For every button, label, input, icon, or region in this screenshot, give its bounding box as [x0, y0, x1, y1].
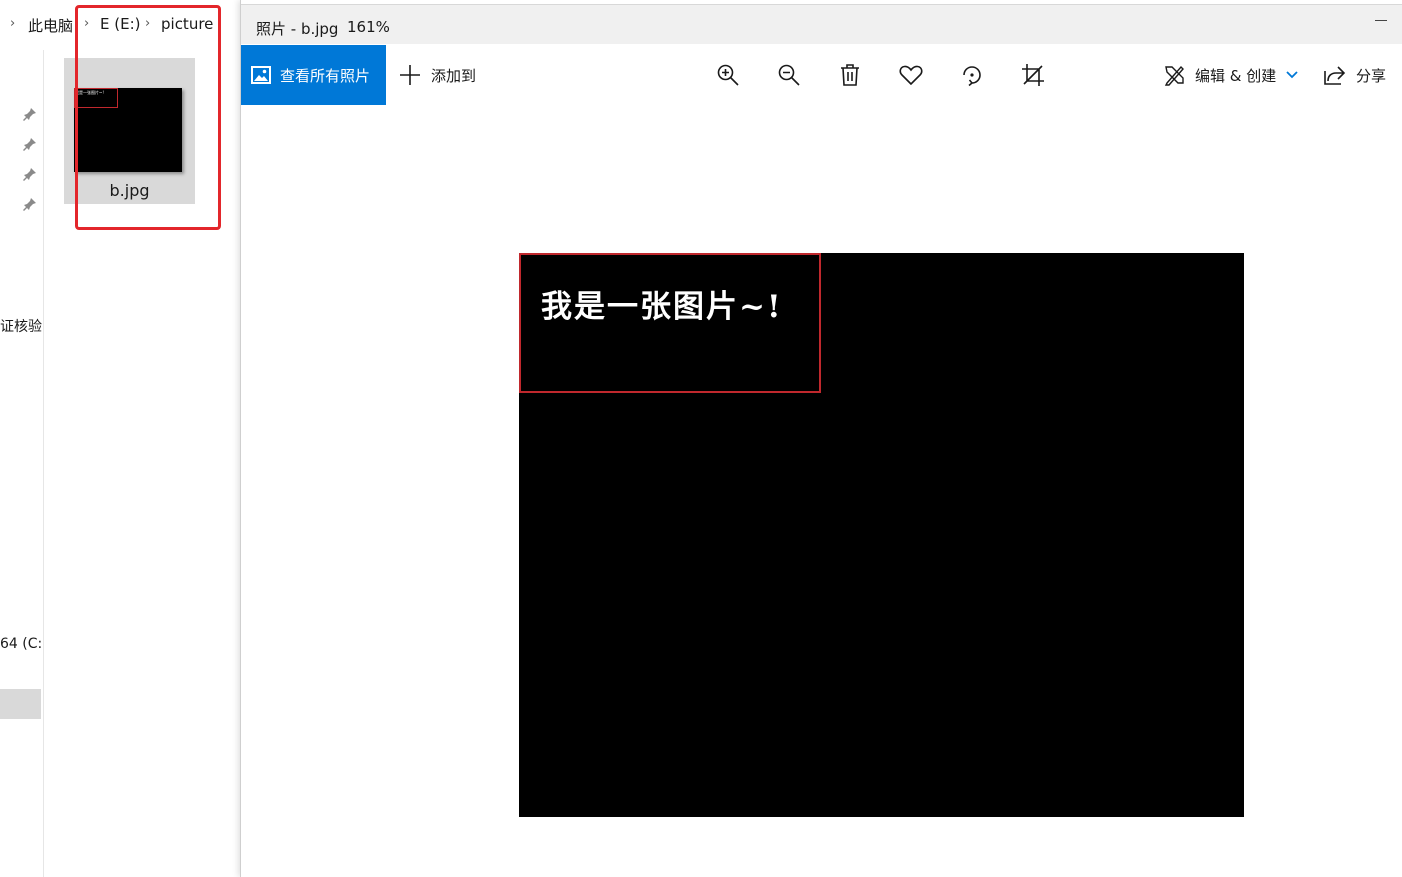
minimize-button[interactable]	[1375, 13, 1389, 27]
photo-caption-text: 我是一张图片~!	[541, 289, 783, 325]
rotate-button[interactable]	[959, 62, 985, 88]
heart-icon	[899, 65, 923, 86]
pin-icon	[23, 198, 36, 211]
share-label: 分享	[1356, 66, 1387, 85]
pin-icon	[23, 138, 36, 151]
pin-icon	[23, 108, 36, 121]
add-to-button[interactable]: 添加到	[399, 45, 476, 105]
photos-viewer-window: 照片 - b.jpg 161% 查看所有照片 添加到 编辑 & 创建 分享 我是…	[240, 0, 1402, 877]
window-title: 照片 - b.jpg	[256, 20, 339, 38]
edit-tools-icon	[1164, 65, 1184, 86]
favorite-button[interactable]	[898, 62, 924, 88]
zoom-out-icon	[778, 64, 800, 86]
plus-icon	[400, 65, 420, 85]
displayed-photo: 我是一张图片~!	[519, 253, 1244, 817]
toolbar: 查看所有照片 添加到 编辑 & 创建 分享	[241, 45, 1402, 105]
navigation-pane: 证核验 64 (C:	[0, 50, 44, 877]
crop-icon	[1022, 64, 1044, 86]
share-button[interactable]: 分享	[1324, 45, 1386, 105]
view-all-photos-label: 查看所有照片	[280, 66, 371, 85]
photo-icon	[251, 66, 271, 84]
add-to-label: 添加到	[431, 66, 477, 85]
pin-icon	[23, 168, 36, 181]
nav-item-drive-c[interactable]: 64 (C:	[0, 636, 42, 652]
annotation-highlight-box	[75, 5, 221, 230]
nav-item-selected[interactable]	[0, 689, 41, 719]
crop-button[interactable]	[1020, 62, 1046, 88]
zoom-in-icon	[717, 64, 739, 86]
title-bar: 照片 - b.jpg 161%	[241, 4, 1402, 44]
breadcrumb-this-pc[interactable]: 此电脑	[28, 15, 73, 36]
share-icon	[1324, 66, 1346, 85]
edit-create-label: 编辑 & 创建	[1195, 66, 1277, 85]
file-explorer-window: › 此电脑 › E (E:) › picture 证核验 64 (C: 我是一张…	[0, 0, 240, 877]
zoom-out-button[interactable]	[776, 62, 802, 88]
rotate-icon	[963, 66, 981, 87]
edit-create-button[interactable]: 编辑 & 创建	[1164, 45, 1298, 105]
zoom-in-button[interactable]	[715, 62, 741, 88]
view-all-photos-button[interactable]: 查看所有照片	[241, 45, 386, 105]
zoom-level: 161%	[347, 18, 390, 36]
chevron-right-icon[interactable]: ›	[10, 16, 15, 31]
chevron-down-icon	[1286, 71, 1298, 79]
delete-button[interactable]	[837, 62, 863, 88]
photo-canvas[interactable]: 我是一张图片~!	[241, 105, 1402, 877]
nav-item-partial[interactable]: 证核验	[0, 316, 42, 336]
trash-icon	[841, 64, 859, 86]
